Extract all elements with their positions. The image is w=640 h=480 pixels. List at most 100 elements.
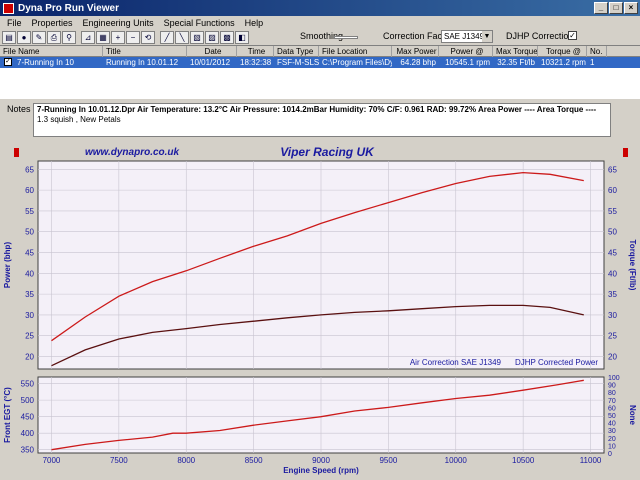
overlay-icon[interactable]: ▦ — [96, 30, 110, 44]
col-max-power[interactable]: Max Power — [392, 46, 439, 57]
x-tick-label: 8500 — [245, 456, 263, 465]
cell-torque-at: 10321.2 rpm — [541, 58, 586, 67]
power-tick-label: 35 — [25, 290, 34, 299]
power-tick-label: 30 — [25, 311, 34, 320]
power-tick-label: 20 — [25, 353, 34, 362]
chart-title: Viper Racing UK — [280, 145, 375, 159]
cell-max-power: 64.28 bhp — [400, 58, 436, 67]
maximize-button[interactable]: □ — [609, 2, 623, 14]
notes-comment: 1.3 squish , New Petals — [37, 115, 121, 124]
djhp-correction-checkbox[interactable]: ✓ — [568, 31, 577, 40]
cell-data-type: FSF-M-SLS — [277, 58, 319, 67]
egt-axis-label: Front EGT (°C) — [3, 387, 12, 443]
chart-style-4-icon[interactable]: ▨ — [205, 30, 219, 44]
none-tick-label: 10 — [608, 443, 616, 450]
x-tick-label: 10000 — [445, 456, 468, 465]
col-date[interactable]: Date — [187, 46, 237, 57]
cell-power-at: 10545.1 rpm — [445, 58, 490, 67]
open-folder-icon[interactable]: ▤ — [2, 30, 16, 44]
chart-style-2-icon[interactable]: ╲ — [175, 30, 189, 44]
torque-tick-label: 50 — [608, 228, 617, 237]
x-tick-label: 11000 — [580, 456, 602, 465]
egt-tick-label: 550 — [21, 380, 35, 389]
run-list-table: File Name Title Date Time Data Type File… — [0, 45, 640, 99]
record-icon[interactable]: ● — [17, 30, 31, 44]
menu-engineering-units[interactable]: Engineering Units — [78, 18, 159, 28]
power-tick-label: 60 — [25, 186, 34, 195]
menu-bar: File Properties Engineering Units Specia… — [0, 16, 640, 30]
col-number[interactable]: No. — [587, 46, 607, 57]
col-time[interactable]: Time — [237, 46, 274, 57]
menu-properties[interactable]: Properties — [27, 18, 78, 28]
row-checkbox[interactable]: ✓ — [4, 58, 12, 66]
zoom-out-icon[interactable]: − — [126, 30, 140, 44]
none-tick-label: 20 — [608, 436, 616, 443]
torque-tick-label: 25 — [608, 332, 617, 341]
close-button[interactable]: × — [624, 2, 638, 14]
smoothing-slider[interactable] — [334, 36, 358, 39]
find-icon[interactable]: ⚲ — [62, 30, 76, 44]
site-url-label: www.dynapro.co.uk — [85, 147, 180, 158]
egt-tick-label: 400 — [21, 429, 35, 438]
col-file-name[interactable]: File Name — [0, 46, 103, 57]
cell-time: 18:32:38 — [240, 58, 272, 67]
x-tick-label: 9000 — [312, 456, 330, 465]
notes-label: Notes — [7, 104, 31, 114]
torque-tick-label: 30 — [608, 311, 617, 320]
menu-special-functions[interactable]: Special Functions — [159, 18, 240, 28]
chart-style-3-icon[interactable]: ▧ — [190, 30, 204, 44]
tools-icon[interactable]: ✎ — [32, 30, 46, 44]
power-tick-label: 50 — [25, 228, 34, 237]
menu-help[interactable]: Help — [240, 18, 269, 28]
x-axis-label: Engine Speed (rpm) — [283, 466, 359, 475]
cell-number: 1 — [590, 58, 595, 67]
none-tick-label: 40 — [608, 421, 616, 428]
minimize-button[interactable]: _ — [594, 2, 608, 14]
reset-view-icon[interactable]: ⟲ — [141, 30, 155, 44]
table-header: File Name Title Date Time Data Type File… — [0, 46, 640, 57]
x-tick-label: 10500 — [512, 456, 535, 465]
app-icon — [3, 2, 14, 14]
air-correction-note: Air Correction SAE J1349 — [410, 358, 502, 367]
window-titlebar: Dyna Pro Run Viewer _ □ × — [0, 0, 640, 16]
torque-tick-label: 40 — [608, 269, 617, 278]
none-tick-label: 30 — [608, 428, 616, 435]
col-data-type[interactable]: Data Type — [274, 46, 319, 57]
chart-style-5-icon[interactable]: ▩ — [220, 30, 234, 44]
torque-tick-label: 20 — [608, 353, 617, 362]
torque-tick-label: 45 — [608, 249, 617, 258]
chart-style-1-icon[interactable]: ╱ — [160, 30, 174, 44]
cell-title: Running In 10.01.12 — [106, 58, 179, 67]
col-file-location[interactable]: File Location — [319, 46, 392, 57]
chart-style-6-icon[interactable]: ◧ — [235, 30, 249, 44]
egt-tick-label: 500 — [21, 396, 35, 405]
torque-tick-label: 60 — [608, 186, 617, 195]
none-tick-label: 80 — [608, 390, 616, 397]
col-torque-at[interactable]: Torque @ — [538, 46, 587, 57]
power-tick-label: 25 — [25, 332, 34, 341]
none-tick-label: 100 — [608, 375, 620, 382]
power-axis-label: Power (bhp) — [3, 242, 12, 289]
none-tick-label: 0 — [608, 451, 612, 458]
notes-box[interactable]: 7-Running In 10.01.12.Dpr Air Temperatur… — [33, 103, 611, 137]
menu-file[interactable]: File — [2, 18, 27, 28]
table-row[interactable]: ✓ 7-Running In 10 Running In 10.01.12 10… — [0, 57, 640, 68]
col-power-at[interactable]: Power @ — [439, 46, 493, 57]
power-tick-label: 40 — [25, 269, 34, 278]
correction-factor-select[interactable]: SAE J1349 ▼ — [441, 30, 493, 43]
x-tick-label: 7500 — [110, 456, 128, 465]
none-tick-label: 70 — [608, 398, 616, 405]
none-axis-label: None — [628, 405, 637, 426]
col-title[interactable]: Title — [103, 46, 187, 57]
col-max-torque[interactable]: Max Torque — [493, 46, 538, 57]
none-tick-label: 60 — [608, 405, 616, 412]
dyno-chart: www.dynapro.co.uk Viper Racing UK 20 20 25… — [3, 145, 637, 475]
torque-axis-label: Torque (Ft/lb) — [628, 240, 637, 291]
graph-icon[interactable]: ⊿ — [81, 30, 95, 44]
zoom-in-icon[interactable]: + — [111, 30, 125, 44]
egt-tick-label: 450 — [21, 413, 35, 422]
djhp-note: DJHP Corrected Power — [515, 358, 598, 367]
print-icon[interactable]: ⎙ — [47, 30, 61, 44]
torque-tick-label: 35 — [608, 290, 617, 299]
window-title: Dyna Pro Run Viewer — [18, 2, 119, 14]
